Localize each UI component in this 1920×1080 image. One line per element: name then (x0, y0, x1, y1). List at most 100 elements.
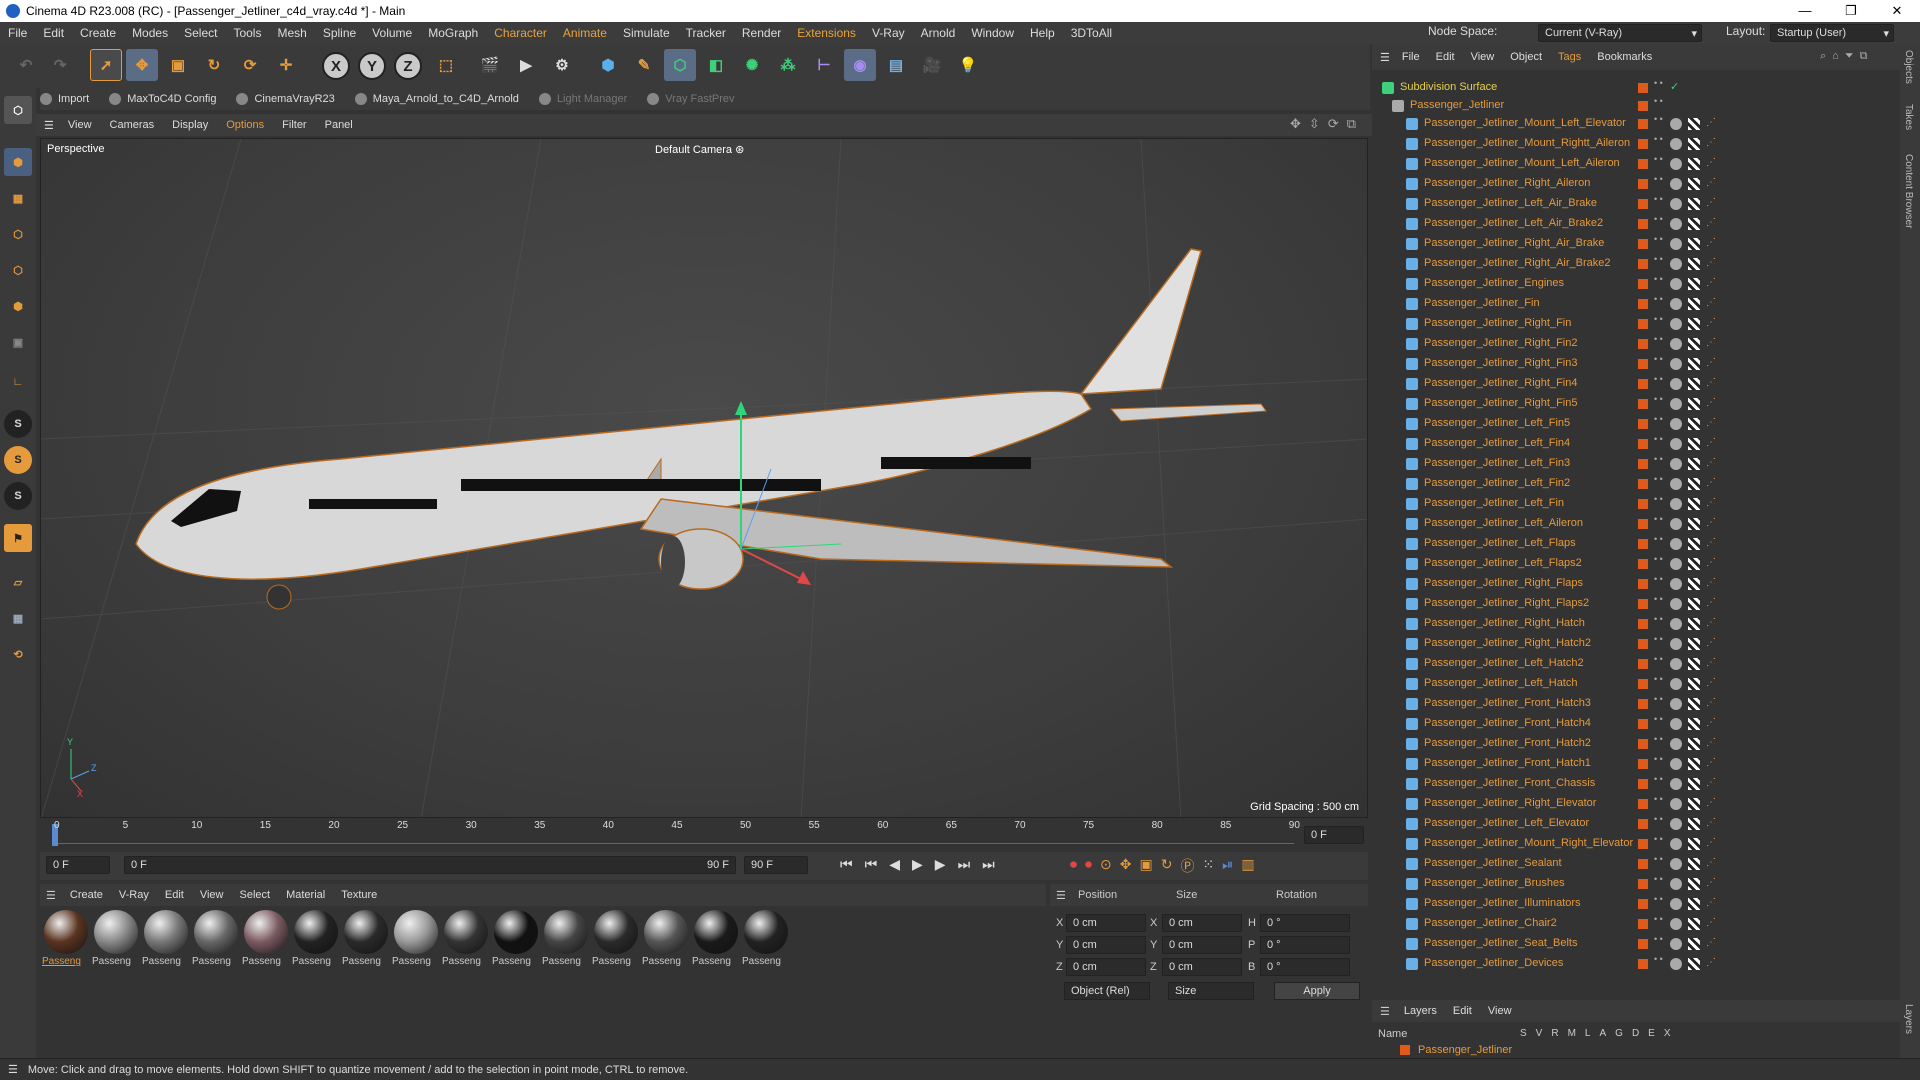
texture-tag-icon[interactable] (1688, 118, 1700, 130)
layer-color-tag[interactable] (1638, 239, 1648, 249)
texture-tag-icon[interactable] (1688, 198, 1700, 210)
layer-color-tag[interactable] (1638, 259, 1648, 269)
viewport-menu-display[interactable]: Display (172, 119, 208, 131)
floor-icon[interactable]: ▤ (880, 49, 912, 81)
object-row[interactable]: Passenger_Jetliner_Left_Air_Brake • • ⋰ (1372, 194, 1900, 214)
visibility-dots[interactable]: • • (1654, 79, 1663, 88)
layer-color-tag[interactable] (1638, 739, 1648, 749)
layer-menu-icon[interactable]: ☰ (1380, 1005, 1390, 1018)
visibility-dots[interactable]: • • (1654, 475, 1663, 484)
tag-icon[interactable] (1670, 618, 1682, 630)
uv-mode-icon[interactable]: ▣ (4, 328, 32, 356)
phong-tag-icon[interactable]: ⋰ (1706, 517, 1716, 528)
material-swatch[interactable] (144, 910, 188, 954)
menu-edit[interactable]: Edit (43, 26, 64, 40)
spline-pen-icon[interactable]: ✎ (628, 49, 660, 81)
phong-tag-icon[interactable]: ⋰ (1706, 657, 1716, 668)
tag-icon[interactable] (1670, 338, 1682, 350)
visibility-dots[interactable]: • • (1654, 195, 1663, 204)
texture-tag-icon[interactable] (1688, 438, 1700, 450)
z-axis-icon[interactable]: Z (394, 52, 422, 80)
material-swatch[interactable] (294, 910, 338, 954)
object-menu-tags[interactable]: Tags (1558, 51, 1581, 63)
tag-icon[interactable] (1670, 858, 1682, 870)
object-row[interactable]: Passenger_Jetliner_Right_Aileron • • ⋰ (1372, 174, 1900, 194)
phong-tag-icon[interactable]: ⋰ (1706, 137, 1716, 148)
tag-icon[interactable] (1670, 198, 1682, 210)
layer-color-tag[interactable] (1638, 679, 1648, 689)
object-row[interactable]: Passenger_Jetliner_Brushes • • ⋰ (1372, 874, 1900, 894)
object-menu-object[interactable]: Object (1510, 51, 1542, 63)
menu-create[interactable]: Create (80, 26, 116, 40)
prev-key-icon[interactable]: ⏮ (865, 856, 878, 873)
texture-tag-icon[interactable] (1688, 778, 1700, 790)
menu-file[interactable]: File (8, 26, 27, 40)
object-row[interactable]: Passenger_Jetliner_Left_Fin4 • • ⋰ (1372, 434, 1900, 454)
menu-3dtoall[interactable]: 3DToAll (1071, 26, 1112, 40)
visibility-dots[interactable]: • • (1654, 435, 1663, 444)
tag-icon[interactable] (1670, 378, 1682, 390)
tag-icon[interactable] (1670, 178, 1682, 190)
layer-color-tag[interactable] (1638, 839, 1648, 849)
apply-button[interactable]: Apply (1274, 982, 1360, 1000)
layer-menu-edit[interactable]: Edit (1453, 1005, 1472, 1017)
phong-tag-icon[interactable]: ⋰ (1706, 617, 1716, 628)
phong-tag-icon[interactable]: ⋰ (1706, 217, 1716, 228)
material-menu-edit[interactable]: Edit (165, 889, 184, 901)
visibility-dots[interactable]: • • (1654, 675, 1663, 684)
material-swatch[interactable] (344, 910, 388, 954)
layer-color-tag[interactable] (1638, 379, 1648, 389)
phong-tag-icon[interactable]: ⋰ (1706, 117, 1716, 128)
phong-tag-icon[interactable]: ⋰ (1706, 237, 1716, 248)
object-row[interactable]: Passenger_Jetliner_Illuminators • • ⋰ (1372, 894, 1900, 914)
visibility-dots[interactable]: • • (1654, 575, 1663, 584)
object-row[interactable]: Passenger_Jetliner_Fin • • ⋰ (1372, 294, 1900, 314)
plugin-maya-arnold-to-c4d-arnold[interactable]: Maya_Arnold_to_C4D_Arnold (354, 93, 519, 105)
layer-color-tag[interactable] (1638, 559, 1648, 569)
tag-icon[interactable] (1670, 918, 1682, 930)
material-swatch[interactable] (494, 910, 538, 954)
object-row[interactable]: Passenger_Jetliner_Left_Air_Brake2 • • ⋰ (1372, 214, 1900, 234)
phong-tag-icon[interactable]: ⋰ (1706, 177, 1716, 188)
position-field[interactable]: 0 cm (1066, 936, 1146, 954)
material-swatch[interactable] (594, 910, 638, 954)
texture-tag-icon[interactable] (1688, 298, 1700, 310)
object-row[interactable]: Passenger_Jetliner_Right_Hatch • • ⋰ (1372, 614, 1900, 634)
pan-icon[interactable]: ✥ (1290, 116, 1309, 131)
layer-color-tag[interactable] (1638, 539, 1648, 549)
visibility-dots[interactable]: • • (1654, 815, 1663, 824)
layer-color-tag[interactable] (1638, 119, 1648, 129)
cloner-icon[interactable]: ⁂ (772, 49, 804, 81)
texture-tag-icon[interactable] (1688, 338, 1700, 350)
material-swatch[interactable] (744, 910, 788, 954)
layer-column-l[interactable]: L (1585, 1028, 1591, 1039)
visibility-dots[interactable]: • • (1654, 215, 1663, 224)
menu-spline[interactable]: Spline (323, 26, 356, 40)
menu-select[interactable]: Select (184, 26, 217, 40)
object-row[interactable]: Passenger_Jetliner_Mount_Left_Elevator • … (1372, 114, 1900, 134)
position-field[interactable]: 0 cm (1066, 914, 1146, 932)
tag-icon[interactable] (1670, 718, 1682, 730)
tweak-icon[interactable]: ⚑ (4, 524, 32, 552)
texture-tag-icon[interactable] (1688, 278, 1700, 290)
render-region-icon[interactable]: 🎬 (474, 49, 506, 81)
status-menu-icon[interactable]: ☰ (8, 1063, 18, 1076)
tag-icon[interactable] (1670, 818, 1682, 830)
3d-viewport[interactable]: Perspective Default Camera ⊛ Y Z X Grid … (40, 138, 1368, 818)
phong-tag-icon[interactable]: ⋰ (1706, 597, 1716, 608)
object-row[interactable]: Passenger_Jetliner_Right_Fin • • ⋰ (1372, 314, 1900, 334)
menu-help[interactable]: Help (1030, 26, 1055, 40)
phong-tag-icon[interactable]: ⋰ (1706, 817, 1716, 828)
visibility-dots[interactable]: • • (1654, 515, 1663, 524)
visibility-dots[interactable]: • • (1654, 235, 1663, 244)
visibility-dots[interactable]: • • (1654, 115, 1663, 124)
layer-column-e[interactable]: E (1648, 1028, 1655, 1039)
layer-menu-layers[interactable]: Layers (1404, 1005, 1437, 1017)
viewport-menu-options[interactable]: Options (226, 119, 264, 131)
model-mode-icon[interactable]: ⬢ (4, 148, 32, 176)
menu-volume[interactable]: Volume (372, 26, 412, 40)
texture-tag-icon[interactable] (1688, 918, 1700, 930)
key-scale-icon[interactable]: ▣ (1139, 856, 1152, 876)
create-tool-icon[interactable]: ✛ (270, 49, 302, 81)
layer-row[interactable]: Passenger_Jetliner (1372, 1042, 1900, 1058)
